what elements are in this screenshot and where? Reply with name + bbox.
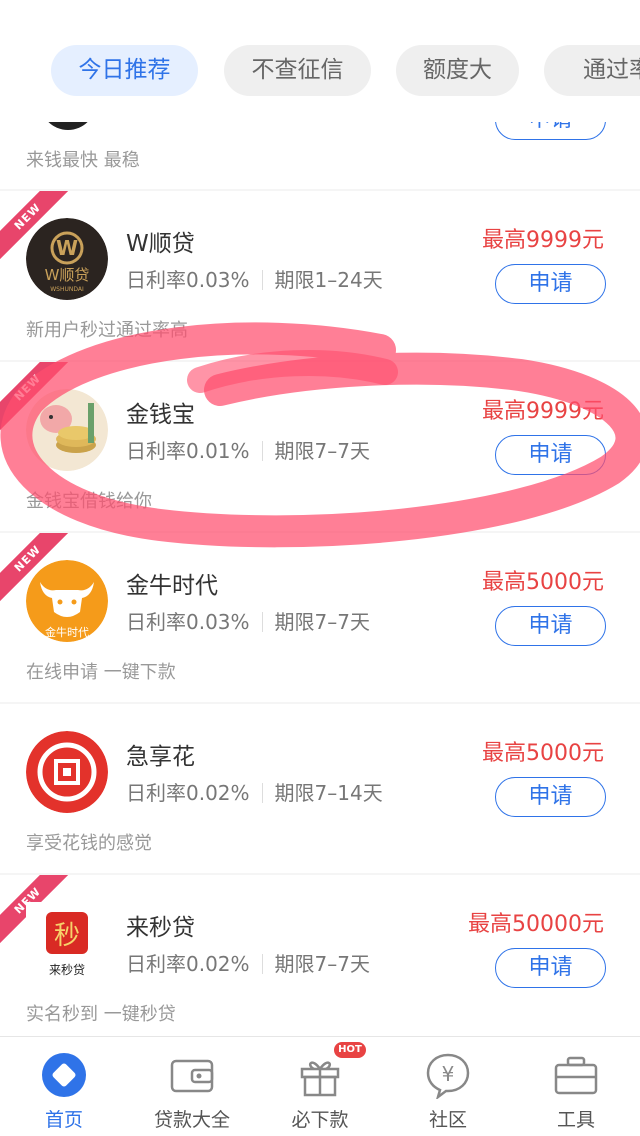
daily-rate: 日利率0.02%	[126, 781, 250, 805]
loan-term: 期限1–24天	[274, 268, 383, 292]
apply-button[interactable]: 申请	[495, 777, 606, 817]
product-logo	[40, 122, 96, 130]
product-name: W顺贷	[126, 231, 195, 257]
svg-text:金牛时代: 金牛时代	[45, 625, 89, 639]
wshundai-logo-icon: W W顺贷 WSHUNDAI	[26, 218, 108, 300]
product-name: 金钱宝	[126, 402, 195, 428]
loan-term: 期限7–7天	[274, 439, 370, 463]
daily-rate: 日利率0.03%	[126, 610, 250, 634]
tab-pass-rate[interactable]: 通过率	[544, 45, 640, 96]
product-meta: 日利率0.03% 期限7–7天	[126, 606, 370, 635]
tab-large-limit[interactable]: 额度大	[396, 45, 519, 96]
hot-badge: HOT	[334, 1042, 366, 1058]
product-desc: 金钱宝借钱给你	[26, 491, 152, 512]
nav-home[interactable]: 首页	[0, 1037, 128, 1136]
product-desc: 享受花钱的感觉	[26, 833, 152, 854]
apply-button[interactable]: 申请	[495, 435, 606, 475]
svg-text:秒: 秒	[54, 921, 80, 951]
loan-term: 期限7–14天	[274, 781, 383, 805]
filter-tabs: 今日推荐 不查征信 额度大 通过率	[0, 0, 640, 122]
nav-tools[interactable]: 工具	[512, 1037, 640, 1136]
apply-button[interactable]: 申请	[495, 606, 606, 646]
apply-button[interactable]: 申请	[495, 948, 606, 988]
tab-today-recommend[interactable]: 今日推荐	[51, 45, 198, 96]
svg-text:来秒贷: 来秒贷	[49, 963, 85, 977]
apply-button[interactable]: 申请	[495, 122, 606, 140]
coin-logo-icon	[26, 731, 108, 813]
daily-rate: 日利率0.01%	[126, 439, 250, 463]
product-desc: 来钱最快 最稳	[26, 150, 140, 171]
nav-loans[interactable]: 贷款大全	[128, 1037, 256, 1136]
product-name: 急享花	[126, 744, 195, 770]
briefcase-icon	[554, 1056, 598, 1095]
product-card-partial[interactable]: 申请 来钱最快 最稳	[0, 122, 640, 189]
product-meta: 日利率0.02% 期限7–7天	[126, 948, 370, 977]
product-card-wshundai[interactable]: NEW W W顺贷 WSHUNDAI W顺贷 日利率0.03% 期限1–24天 最…	[0, 191, 640, 360]
bottom-nav: 首页 贷款大全 必下款 HOT ¥ 社区 工具	[0, 1036, 640, 1136]
loan-term: 期限7–7天	[274, 610, 370, 634]
svg-text:W: W	[56, 236, 78, 260]
nav-label: 工具	[556, 1109, 595, 1131]
product-desc: 新用户秒过通过率高	[26, 320, 188, 341]
max-amount: 最高5000元	[482, 570, 604, 595]
daily-rate: 日利率0.02%	[126, 952, 250, 976]
product-desc: 实名秒到 一键秒贷	[26, 1004, 176, 1025]
product-desc: 在线申请 一键下款	[26, 662, 176, 683]
svg-text:¥: ¥	[442, 1062, 455, 1086]
wallet-icon	[170, 1059, 214, 1093]
nav-label: 贷款大全	[153, 1109, 230, 1131]
product-meta: 日利率0.01% 期限7–7天	[126, 435, 370, 464]
svg-text:W顺贷: W顺贷	[45, 266, 90, 284]
product-list: 申请 来钱最快 最稳 NEW W W顺贷 WSHUNDAI W顺贷 日利率0.0…	[0, 122, 640, 1036]
max-amount: 最高9999元	[482, 228, 604, 253]
product-card-jinniushidai[interactable]: NEW 金牛时代 金牛时代 日利率0.03% 期限7–7天 最高5000元 申请 …	[0, 533, 640, 702]
product-card-jixianghua[interactable]: 急享花 日利率0.02% 期限7–14天 最高5000元 申请 享受花钱的感觉	[0, 704, 640, 873]
loan-term: 期限7–7天	[274, 952, 370, 976]
max-amount: 最高5000元	[482, 741, 604, 766]
max-amount: 最高50000元	[468, 912, 604, 937]
home-diamond-icon	[42, 1053, 86, 1097]
jinqianbao-logo-icon	[26, 389, 108, 471]
yen-chat-icon: ¥	[426, 1053, 470, 1099]
product-name: 金牛时代	[126, 573, 218, 599]
product-card-jinqianbao[interactable]: NEW 金钱宝 日利率0.01% 期限7–7天 最高9999元 申请 金钱宝借钱给…	[0, 362, 640, 531]
apply-button[interactable]: 申请	[495, 264, 606, 304]
bull-logo-icon: 金牛时代	[26, 560, 108, 642]
product-meta: 日利率0.03% 期限1–24天	[126, 264, 383, 293]
product-name: 来秒贷	[126, 915, 195, 941]
gift-icon	[300, 1061, 340, 1097]
nav-label: 社区	[428, 1109, 467, 1131]
laimiaodai-logo-icon: 秒 来秒贷	[26, 902, 108, 984]
svg-text:WSHUNDAI: WSHUNDAI	[50, 286, 84, 293]
tab-no-credit-check[interactable]: 不查征信	[224, 45, 371, 96]
max-amount: 最高9999元	[482, 399, 604, 424]
daily-rate: 日利率0.03%	[126, 268, 250, 292]
product-meta: 日利率0.02% 期限7–14天	[126, 777, 383, 806]
product-card-laimiaodai[interactable]: NEW 秒 来秒贷 来秒贷 日利率0.02% 期限7–7天 最高50000元 申请…	[0, 875, 640, 1036]
nav-label: 必下款	[291, 1109, 349, 1131]
nav-community[interactable]: ¥ 社区	[384, 1037, 512, 1136]
nav-label: 首页	[44, 1109, 83, 1131]
